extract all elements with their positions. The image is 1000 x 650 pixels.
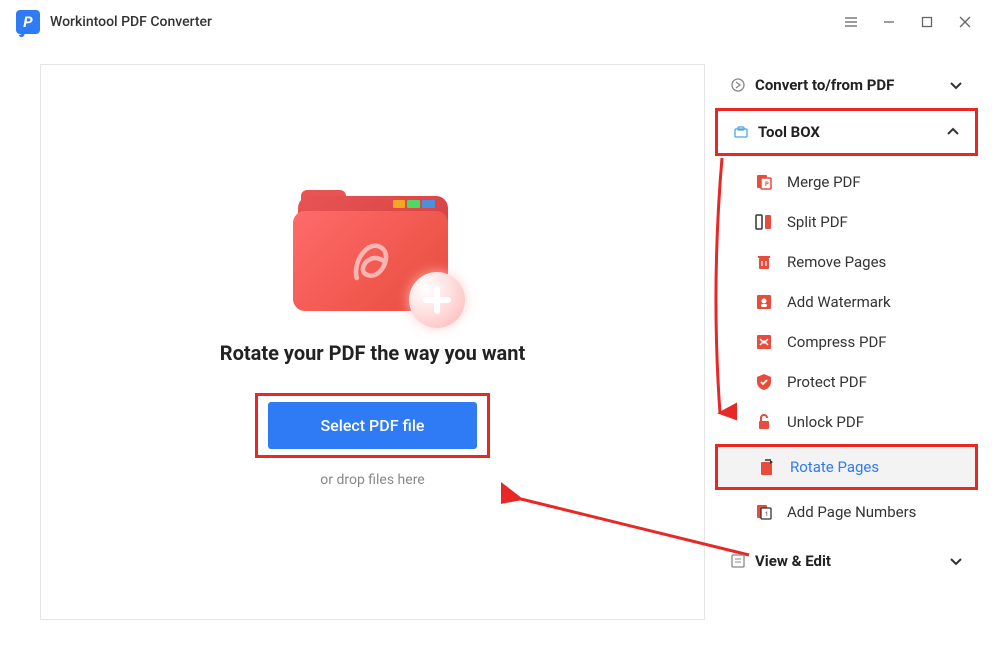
chevron-up-icon — [945, 124, 961, 140]
select-pdf-highlight: Select PDF file — [255, 393, 489, 458]
section-view-edit-label: View & Edit — [755, 552, 948, 570]
chevron-down-icon — [948, 553, 964, 569]
toolbox-icon — [732, 123, 750, 141]
app-title: Workintool PDF Converter — [50, 14, 212, 30]
add-file-plus-icon — [409, 272, 465, 328]
tool-remove-pages[interactable]: Remove Pages — [715, 242, 978, 282]
section-convert-label: Convert to/from PDF — [755, 76, 948, 94]
unlock-icon — [753, 412, 775, 432]
main-panel: Rotate your PDF the way you want Select … — [40, 64, 705, 620]
shield-icon — [753, 372, 775, 392]
tool-unlock-pdf[interactable]: Unlock PDF — [715, 402, 978, 442]
main-heading: Rotate your PDF the way you want — [220, 341, 525, 365]
titlebar: P Workintool PDF Converter — [0, 0, 1000, 44]
select-pdf-button[interactable]: Select PDF file — [268, 402, 476, 449]
trash-icon — [753, 252, 775, 272]
tool-label: Remove Pages — [787, 253, 886, 271]
convert-icon — [729, 76, 747, 94]
rotate-icon — [756, 457, 778, 477]
drop-hint-text: or drop files here — [320, 472, 424, 488]
section-toolbox-label: Tool BOX — [758, 123, 945, 141]
minimize-button[interactable] — [870, 8, 908, 36]
svg-text:P: P — [765, 181, 769, 188]
tool-add-watermark[interactable]: Add Watermark — [715, 282, 978, 322]
page-numbers-icon: 1 — [753, 502, 775, 522]
app-logo-icon: P — [16, 10, 40, 34]
tool-label: Add Watermark — [787, 293, 891, 311]
tool-add-page-numbers[interactable]: 1 Add Page Numbers — [715, 492, 978, 532]
watermark-icon — [753, 292, 775, 312]
menu-button[interactable] — [832, 8, 870, 36]
sidebar: Convert to/from PDF Tool BOX P Merge PDF — [715, 44, 990, 640]
tool-label: Compress PDF — [787, 333, 887, 351]
close-button[interactable] — [946, 8, 984, 36]
tool-rotate-pages[interactable]: Rotate Pages — [715, 444, 978, 490]
tool-label: Rotate Pages — [790, 458, 879, 476]
view-edit-icon — [729, 552, 747, 570]
compress-icon — [753, 332, 775, 352]
tool-compress-pdf[interactable]: Compress PDF — [715, 322, 978, 362]
tool-protect-pdf[interactable]: Protect PDF — [715, 362, 978, 402]
tool-label: Protect PDF — [787, 373, 867, 391]
section-toolbox[interactable]: Tool BOX — [715, 108, 978, 156]
pdf-folder-icon — [293, 196, 453, 316]
tool-merge-pdf[interactable]: P Merge PDF — [715, 162, 978, 202]
section-view-edit[interactable]: View & Edit — [715, 540, 978, 582]
maximize-button[interactable] — [908, 8, 946, 36]
tool-split-pdf[interactable]: Split PDF — [715, 202, 978, 242]
tool-label: Merge PDF — [787, 173, 861, 191]
section-convert[interactable]: Convert to/from PDF — [715, 64, 978, 106]
tool-label: Add Page Numbers — [787, 503, 916, 521]
split-icon — [753, 212, 775, 232]
svg-text:1: 1 — [765, 511, 768, 518]
tool-label: Unlock PDF — [787, 413, 864, 431]
tool-label: Split PDF — [787, 213, 848, 231]
merge-icon: P — [753, 172, 775, 192]
chevron-down-icon — [948, 77, 964, 93]
